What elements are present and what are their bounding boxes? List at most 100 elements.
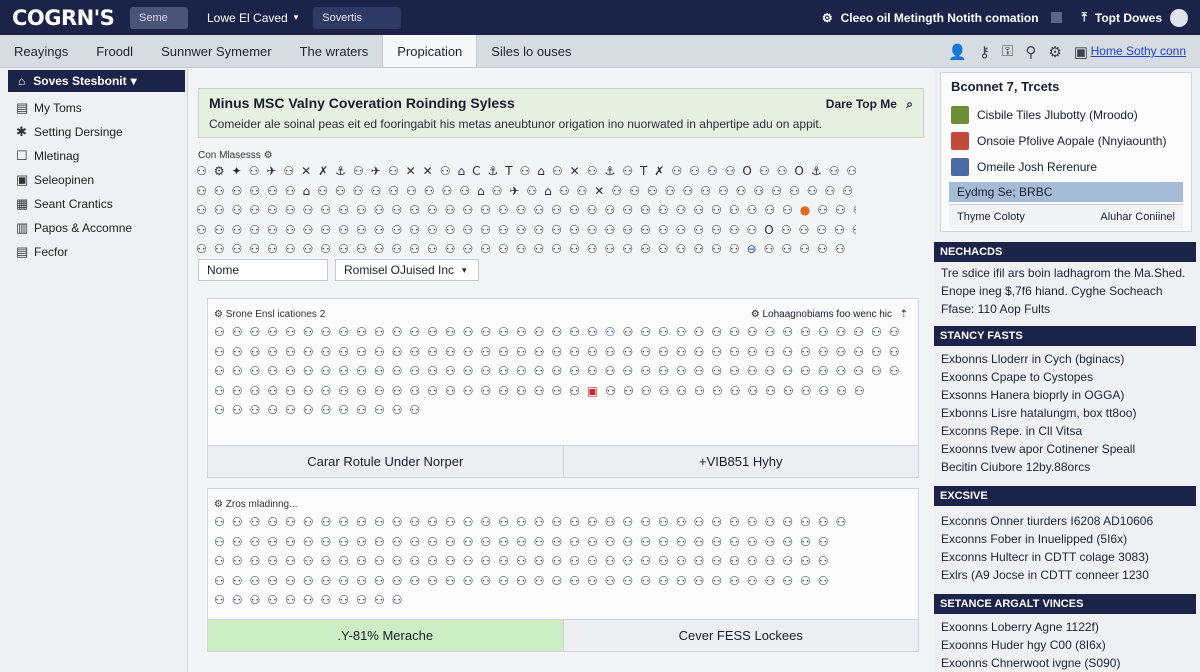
card1-right-label[interactable]: ⚙ Lohaagnobiams foo wenc hic ⇡ [750,309,908,320]
gear-icon[interactable]: ⚙ [1048,43,1061,61]
chevron-down-icon: ▾ [462,264,467,275]
sidebar-item-label: Papos & Accomne [34,221,133,235]
up-icon: ⇡ [899,309,908,320]
card2-label: ⚙ Zros mladinng... [214,499,298,510]
sidebar-item-label: Seleopinen [34,173,95,187]
icon-card-1: ⚙ Srone Ensl icationes 2 ⚙ Lohaagnobiams… [207,298,919,478]
nav-toolbar: 👤 ⚷ ⚿ ⚲ ⚙ ▣ [948,35,1088,68]
icon-section-label: Con Mlasesss ⚙ [198,150,273,161]
search-icon: ⌕ [906,97,913,111]
list-item: Exsonns Hanera bioprly in OGGA) [941,388,1125,402]
sidebar-item-seleopinen[interactable]: ▣ Seleopinen [0,168,187,192]
banner-text: Comeider ale soinal peas eit ed fooringa… [209,117,823,131]
save-icon[interactable]: ▣ [1074,43,1088,61]
list-item[interactable]: Omeile Josh Rerenure [951,154,1181,180]
search-box[interactable]: Seme [130,6,188,29]
section-header: EXCSIVE [934,486,1196,506]
profile-footer: Thyme Coloty Aluhar Coniinel [949,204,1183,228]
window-icon: ☐ [16,148,28,163]
notifications-label[interactable]: Cleeo oil Metingth Notith comation [841,11,1039,25]
pin-icon[interactable]: ⤒ [1082,10,1087,25]
location-dropdown[interactable]: Lowe El Caved ▾ [198,7,307,29]
gear-icon[interactable]: ⚙ [822,11,833,25]
list-item: Enope ineg $,7f6 hiand. Cyghe Socheach [941,284,1163,298]
app-logo[interactable]: COGRN'S [12,6,124,30]
merache-button[interactable]: .Y-81% Merache [208,620,563,651]
list-icon: ▤ [16,244,29,259]
home-icon: ⌂ [18,74,26,88]
account-label[interactable]: Topt Dowes [1095,11,1162,25]
settings-icon: ⚙ [750,309,760,320]
square-icon[interactable] [1050,12,1062,23]
cever-fess-button[interactable]: Cever FESS Lockees [562,620,918,651]
avatar [951,158,969,176]
list-item: Exconns Hultecr in CDTT colage 3083) [941,550,1149,564]
tree-icon[interactable]: ⚲ [1025,43,1036,61]
list-item: Exlrs (A9 Jocse in CDTT conneer 1230 [941,568,1149,582]
vib851-button[interactable]: +VIB851 Hyhy [562,446,918,477]
tab-reayings[interactable]: Reayings [0,35,82,67]
tab-propication[interactable]: Propication [382,35,478,67]
document-icon: ▥ [16,220,29,235]
chevron-down-icon: ▾ [130,74,137,88]
sidebar-item-my-toms[interactable]: ▤ My Toms [0,96,187,120]
list-item: Exbonns Lloderr in Cych (bginacs) [941,352,1125,366]
sidebar-item-seant-crantics[interactable]: ▦ Seant Crantics [0,192,187,216]
user-circle-icon[interactable] [1170,8,1188,27]
footer-left[interactable]: Thyme Coloty [957,211,1025,223]
sidebar-item-setting[interactable]: ✱ Setting Dersinge [0,120,187,144]
sidebar-header-label: Soves Stesbonit [33,74,127,88]
icon-grid[interactable]: ⚇⚇⚇⚇⚇⚇⚇⚇⚇⚇⚇⚇⚇⚇⚇⚇⚇⚇⚇⚇⚇⚇⚇⚇⚇⚇⚇⚇⚇⚇⚇⚇⚇⚇⚇⚇ ⚇⚇⚇… [214,513,914,611]
list-item: Exoonns Cpape to Cystopes [941,370,1094,384]
card2-actions: .Y-81% Merache Cever FESS Lockees [208,619,918,651]
key-icon[interactable]: ⚿ [1002,43,1013,60]
services-select[interactable]: Sovertis [313,6,402,29]
avatar [951,132,969,150]
list-item: Exoonns Loberry Agne 1122f) [941,620,1099,634]
card1-actions: Carar Rotule Under Norper +VIB851 Hyhy [208,445,918,477]
top-bar: COGRN'S Seme Lowe El Caved ▾ Sovertis ⚙ … [0,0,1200,35]
chevron-down-icon: ▾ [293,12,299,22]
carar-rotule-button[interactable]: Carar Rotule Under Norper [208,446,563,477]
grid-icon: ▦ [16,196,29,211]
list-item: Exoonns Huder hgy C00 (8I6x) [941,638,1106,652]
sidebar-item-label: Seant Crantics [34,197,113,211]
location-label: Lowe El Caved [207,10,288,25]
sidebar-header[interactable]: ⌂ Soves Stesbonit ▾ [8,70,185,92]
profile-title: Bconnet 7, Trcets [951,79,1060,94]
tab-siles-lo-ouses[interactable]: Siles lo ouses [477,35,585,67]
profile-card: Bconnet 7, Trcets Cisbile Tiles Jlubotty… [940,72,1192,232]
key-icon[interactable]: ⚷ [979,43,990,61]
tab-the-wraters[interactable]: The wraters [286,35,383,67]
list-item: Exconns Repe. in Cll Vitsa [941,424,1083,438]
list-item: Tre sdice ifil ars boin ladhagrom the Ma… [941,266,1186,280]
person-icon[interactable]: 👤 [948,43,967,61]
sidebar-item-mletinag[interactable]: ☐ Mletinag [0,144,187,168]
banner-action[interactable]: Dare Top Me ⌕ [826,97,913,112]
list-item[interactable]: Onsoie Pfolive Aopale (Nnyiaounth) [951,128,1181,154]
sidebar-item-papos[interactable]: ▥ Papos & Accomne [0,216,187,240]
name-input[interactable]: Nome [198,259,328,281]
chat-icon: ▣ [16,172,29,187]
footer-right[interactable]: Aluhar Coniinel [1100,211,1175,223]
icon-card-2: ⚙ Zros mladinng... ⚇⚇⚇⚇⚇⚇⚇⚇⚇⚇⚇⚇⚇⚇⚇⚇⚇⚇⚇⚇⚇… [207,488,919,652]
list-item[interactable]: Cisbile Tiles Jlubotty (Mroodo) [951,102,1181,128]
list-item: Exconns Fober in Inuelipped (5I6x) [941,532,1128,546]
home-link[interactable]: Home Sothy conn [1091,44,1186,58]
sort-select[interactable]: Romisel OJuised Inc ▾ [335,259,479,281]
selected-item[interactable]: Eydmg Se; BRBC [949,182,1183,202]
sidebar-item-fecfor[interactable]: ▤ Fecfor [0,240,187,264]
section-header: SETANCE ARGALT VINCES [934,594,1196,614]
icon-grid[interactable]: ⚇⚇⚇⚇⚇⚇⚇⚇⚇⚇⚇⚇⚇⚇⚇⚇⚇⚇⚇⚇⚇⚇⚇⚇⚇⚇⚇⚇⚇⚇⚇⚇⚇⚇⚇⚇⚇⚇⚇ … [214,323,914,421]
list-item[interactable]: Ffase: 110 Aop Fults [941,302,1050,316]
list-item: Exoonns tvew apor Cotinener Speall [941,442,1136,456]
list-item: Exconns Onner tiurders I6208 AD10606 [941,514,1154,528]
sidebar-item-label: Fecfor [34,245,69,259]
main-nav: Reayings Froodl Sunnwer Symemer The wrat… [0,35,1200,68]
sidebar: ⌂ Soves Stesbonit ▾ ▤ My Toms ✱ Setting … [0,68,188,672]
main-content: Minus MSC Valny Coveration Roinding Syle… [188,68,934,672]
icon-grid[interactable]: ⚇⚙✦⚇✈⚇✕✗⚓⚇✈⚇✕✕⚇⌂C⚓T⚇⌂⚇✕⚇⚓⚇T✗⚇⚇⚇⚇O⚇⚇O⚓⚇⚇⚇… [196,162,856,260]
sidebar-item-label: My Toms [34,101,82,115]
tab-sunnwer-symemer[interactable]: Sunnwer Symemer [147,35,286,67]
tab-froodl[interactable]: Froodl [82,35,147,67]
